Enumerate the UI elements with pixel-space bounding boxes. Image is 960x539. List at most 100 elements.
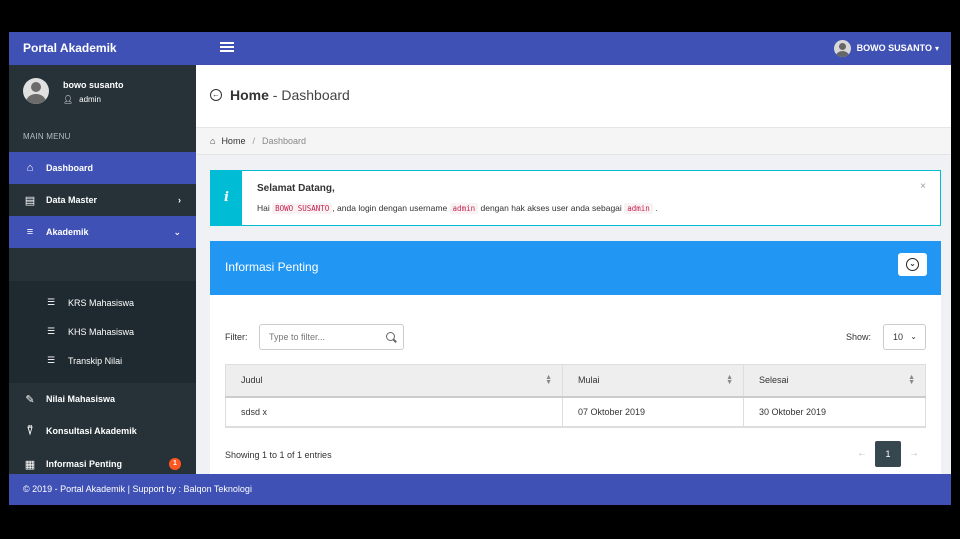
page-header: ← Home - Dashboard — [196, 65, 951, 128]
sort-icon: ▲ ▼ — [726, 374, 733, 386]
profile-avatar-icon — [23, 78, 49, 104]
callout-username: admin — [449, 203, 479, 214]
submenu-item-transkip-nilai[interactable]: ☰ Transkip Nilai — [9, 346, 196, 375]
submenu-item-krs-mahasiswa[interactable]: ☰ KRS Mahasiswa — [9, 288, 196, 317]
table-info: Showing 1 to 1 of 1 entries — [225, 450, 332, 460]
column-header-label: Selesai — [759, 375, 789, 386]
akademik-submenu: ☰ KRS Mahasiswa ☰ KHS Mahasiswa ☰ Transk… — [9, 281, 196, 383]
breadcrumb-current: Dashboard — [261, 136, 306, 146]
column-header-label: Judul — [241, 375, 263, 386]
sidebar-item-label: Konsultasi Akademik — [46, 426, 137, 436]
footer: © 2019 - Portal Akademik | Support by : … — [9, 474, 951, 505]
breadcrumb-home[interactable]: Home — [221, 136, 245, 146]
user-dropdown[interactable]: BOWO SUSANTO ▾ — [833, 38, 939, 58]
user-icon: 👤︎ — [63, 95, 74, 104]
list-icon: ☰ — [47, 326, 56, 336]
back-arrow-icon[interactable]: ← — [210, 89, 222, 101]
column-header-judul[interactable]: Judul ▲ ▼ — [225, 364, 563, 398]
page-title-sub: - Dashboard — [272, 87, 350, 103]
pagination: ← 1 → — [849, 441, 927, 467]
submenu-item-label: KHS Mahasiswa — [68, 326, 135, 337]
table-cell: sdsd x — [225, 396, 563, 428]
chevron-down-icon: ⌄ — [173, 226, 181, 237]
profile-role: 👤︎ admin — [63, 95, 101, 104]
table-row[interactable]: sdsd x 07 Oktober 2019 30 Oktober 2019 — [225, 396, 926, 428]
list-icon: ☰ — [47, 297, 56, 307]
sidebar: bowo susanto 👤︎ admin MAIN MENU ⌂ Dashbo… — [9, 65, 196, 474]
column-header-mulai[interactable]: Mulai ▲ ▼ — [562, 364, 744, 398]
callout-text: dengan hak akses user anda sebagai — [480, 203, 622, 213]
app-window: Portal Akademik BOWO SUSANTO ▾ bowo susa… — [9, 32, 951, 505]
callout-user: BOWO SUSANTO — [272, 203, 333, 214]
sidebar-item-dashboard[interactable]: ⌂ Dashboard — [9, 152, 196, 184]
info-icon: i — [211, 171, 242, 225]
sidebar-item-label: Dashboard — [46, 163, 94, 173]
close-icon[interactable]: × — [920, 181, 926, 192]
breadcrumb: ⌂ Home / Dashboard — [196, 128, 951, 155]
table-cell: 30 Oktober 2019 — [743, 396, 926, 428]
broadcast-icon: ⍢ — [26, 424, 34, 437]
callout-text: . — [655, 203, 658, 213]
search-icon — [386, 332, 395, 341]
profile-name: bowo susanto — [63, 80, 124, 90]
info-panel: Informasi Penting ⌄ Filter: Show: 10 ⌄ J… — [210, 241, 941, 481]
panel-header: Informasi Penting ⌄ — [210, 241, 941, 295]
column-header-label: Mulai — [578, 375, 600, 386]
notification-badge: 1 — [169, 458, 181, 470]
page-1-button[interactable]: 1 — [875, 441, 901, 467]
show-label: Show: — [846, 332, 872, 342]
top-navbar: Portal Akademik BOWO SUSANTO ▾ — [9, 32, 951, 65]
chevron-down-icon: ▾ — [934, 43, 939, 53]
submenu-item-label: KRS Mahasiswa — [68, 297, 135, 308]
toggle-icon: ≡ — [26, 226, 34, 238]
table-header-row: Judul ▲ ▼ Mulai ▲ ▼ Selesai ▲ ▼ — [225, 364, 926, 398]
chevron-down-icon: ⌄ — [910, 332, 917, 341]
page-title: Home - Dashboard — [230, 87, 350, 103]
brand-logo[interactable]: Portal Akademik — [23, 41, 117, 55]
breadcrumb-separator: / — [252, 136, 255, 146]
welcome-callout: i Selamat Datang, Hai BOWO SUSANTO, anda… — [210, 170, 941, 226]
callout-role: admin — [624, 203, 653, 214]
newspaper-icon: ▦ — [24, 458, 36, 471]
panel-title: Informasi Penting — [225, 260, 319, 274]
sidebar-item-label: Akademik — [46, 227, 89, 237]
page-size-value: 10 — [893, 332, 904, 342]
main-content: ← Home - Dashboard ⌂ Home / Dashboard i … — [196, 65, 951, 481]
prev-page-button[interactable]: ← — [849, 441, 875, 467]
column-header-selesai[interactable]: Selesai ▲ ▼ — [743, 364, 926, 398]
home-icon: ⌂ — [210, 136, 216, 146]
hamburger-menu-icon[interactable] — [219, 40, 235, 56]
page-size-select[interactable]: 10 ⌄ — [883, 324, 926, 350]
profile-role-label: admin — [79, 95, 101, 104]
edit-icon: ✎ — [25, 393, 35, 406]
sidebar-profile: bowo susanto 👤︎ admin — [9, 65, 196, 121]
next-page-button[interactable]: → — [901, 441, 927, 467]
filter-label: Filter: — [225, 332, 248, 342]
submenu-item-label: Transkip Nilai — [68, 355, 123, 366]
sidebar-item-nilai-mahasiswa[interactable]: ✎ Nilai Mahasiswa — [9, 383, 196, 415]
chevron-down-circle-icon: ⌄ — [906, 258, 919, 271]
submenu-item-khs-mahasiswa[interactable]: ☰ KHS Mahasiswa — [9, 317, 196, 346]
sidebar-item-label: Informasi Penting — [46, 459, 123, 469]
collapse-button[interactable]: ⌄ — [898, 253, 927, 276]
sidebar-item-label: Data Master — [46, 195, 98, 205]
page-title-main: Home — [230, 87, 269, 103]
sort-icon: ▲ ▼ — [908, 374, 915, 386]
user-name: BOWO SUSANTO — [856, 43, 932, 53]
sidebar-item-data-master[interactable]: ▤ Data Master › — [9, 184, 196, 216]
sidebar-item-konsultasi-akademik[interactable]: ⍢ Konsultasi Akademik — [9, 415, 196, 447]
sort-icon: ▲ ▼ — [545, 374, 552, 386]
sidebar-item-label: Nilai Mahasiswa — [46, 394, 116, 404]
data-table: Judul ▲ ▼ Mulai ▲ ▼ Selesai ▲ ▼ sdsd x 0… — [225, 364, 926, 428]
callout-text: , anda login dengan username — [332, 203, 448, 213]
sidebar-item-akademik[interactable]: ≡ Akademik ⌄ — [9, 216, 196, 248]
list-icon: ☰ — [47, 355, 56, 365]
filter-input[interactable] — [259, 324, 404, 350]
chevron-right-icon: › — [178, 195, 181, 205]
table-cell: 07 Oktober 2019 — [562, 396, 744, 428]
table-icon: ▤ — [24, 194, 36, 207]
menu-header: MAIN MENU — [23, 132, 71, 141]
home-icon: ⌂ — [26, 162, 34, 174]
callout-title: Selamat Datang, — [257, 183, 335, 194]
user-avatar-icon — [833, 39, 851, 57]
